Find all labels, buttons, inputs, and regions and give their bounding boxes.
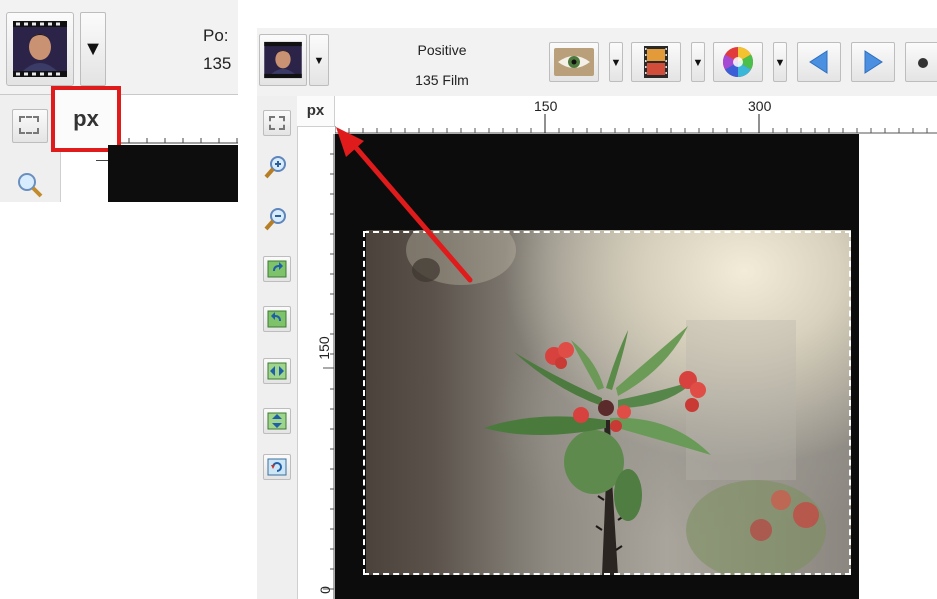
inset-horizontal-ruler [121, 138, 238, 144]
filmstrip-icon [644, 46, 668, 78]
zoomed-inset: ▼ Po: 135 px [0, 0, 238, 202]
flip-horizontal-icon [267, 362, 287, 380]
filmstrip-button[interactable] [631, 42, 681, 82]
select-tool-button[interactable] [263, 110, 291, 136]
film-format-label: 135 Film [415, 72, 469, 88]
preview-button[interactable] [549, 42, 599, 82]
previous-button[interactable] [797, 42, 841, 82]
inset-ruler-tick [96, 160, 108, 161]
inset-select-tool-button[interactable] [12, 109, 48, 143]
inset-zoom-in-icon[interactable] [16, 171, 44, 199]
flip-vertical-tool[interactable] [263, 408, 291, 434]
vruler-label-150: 150 [316, 336, 332, 360]
color-dropdown-arrow[interactable]: ▼ [773, 42, 787, 82]
selection-icon [19, 116, 39, 134]
film-portrait-icon [264, 41, 302, 79]
zoom-in-icon [264, 156, 286, 179]
flip-horizontal-tool[interactable] [263, 358, 291, 384]
annotation-arrow [336, 127, 473, 283]
film-type-button[interactable] [259, 34, 307, 86]
more-icon [918, 58, 928, 68]
scan-window: ▼ Positive 135 Film ▼ ▼ ▼ px 150 300 150… [257, 0, 937, 599]
film-type-dropdown-arrow[interactable]: ▼ [309, 34, 329, 86]
reset-icon [267, 458, 287, 476]
zoom-in-tool[interactable] [263, 154, 291, 180]
zoom-out-tool[interactable] [263, 206, 291, 232]
flip-vertical-icon [267, 412, 287, 430]
arrow-left-icon [809, 50, 828, 74]
inset-film-type-button[interactable] [6, 12, 74, 86]
more-button[interactable] [905, 42, 937, 82]
positive-label: Positive [417, 42, 467, 58]
rotate-right-tool[interactable] [263, 306, 291, 332]
inset-px-unit-label: px [73, 106, 99, 131]
next-button[interactable] [851, 42, 895, 82]
inset-film-dropdown-arrow[interactable]: ▼ [80, 12, 106, 86]
arrow-right-icon [864, 50, 883, 74]
reset-tool[interactable] [263, 454, 291, 480]
rotate-right-icon [267, 310, 287, 328]
rotate-left-icon [267, 260, 287, 278]
preview-dropdown-arrow[interactable]: ▼ [609, 42, 623, 82]
film-portrait-icon [13, 21, 67, 77]
color-button[interactable] [713, 42, 763, 82]
filmstrip-dropdown-arrow[interactable]: ▼ [691, 42, 705, 82]
inset-film-label: 135 [203, 54, 232, 73]
color-wheel-icon [722, 46, 754, 77]
selection-icon [269, 116, 285, 130]
left-tool-column [257, 96, 298, 599]
vruler-label-0: 0 [317, 586, 333, 594]
ruler-label-150: 150 [534, 98, 558, 114]
eye-icon [554, 48, 594, 76]
inset-scan-area [108, 145, 238, 202]
px-unit-highlight[interactable]: px [51, 86, 121, 152]
ruler-label-300: 300 [748, 98, 772, 114]
ruler-unit-button[interactable]: px [297, 96, 335, 127]
zoom-out-icon [264, 208, 286, 231]
inset-positive-label: Po: [203, 26, 229, 45]
main-toolbar: ▼ Positive 135 Film ▼ ▼ ▼ [257, 28, 937, 97]
rotate-left-tool[interactable] [263, 256, 291, 282]
